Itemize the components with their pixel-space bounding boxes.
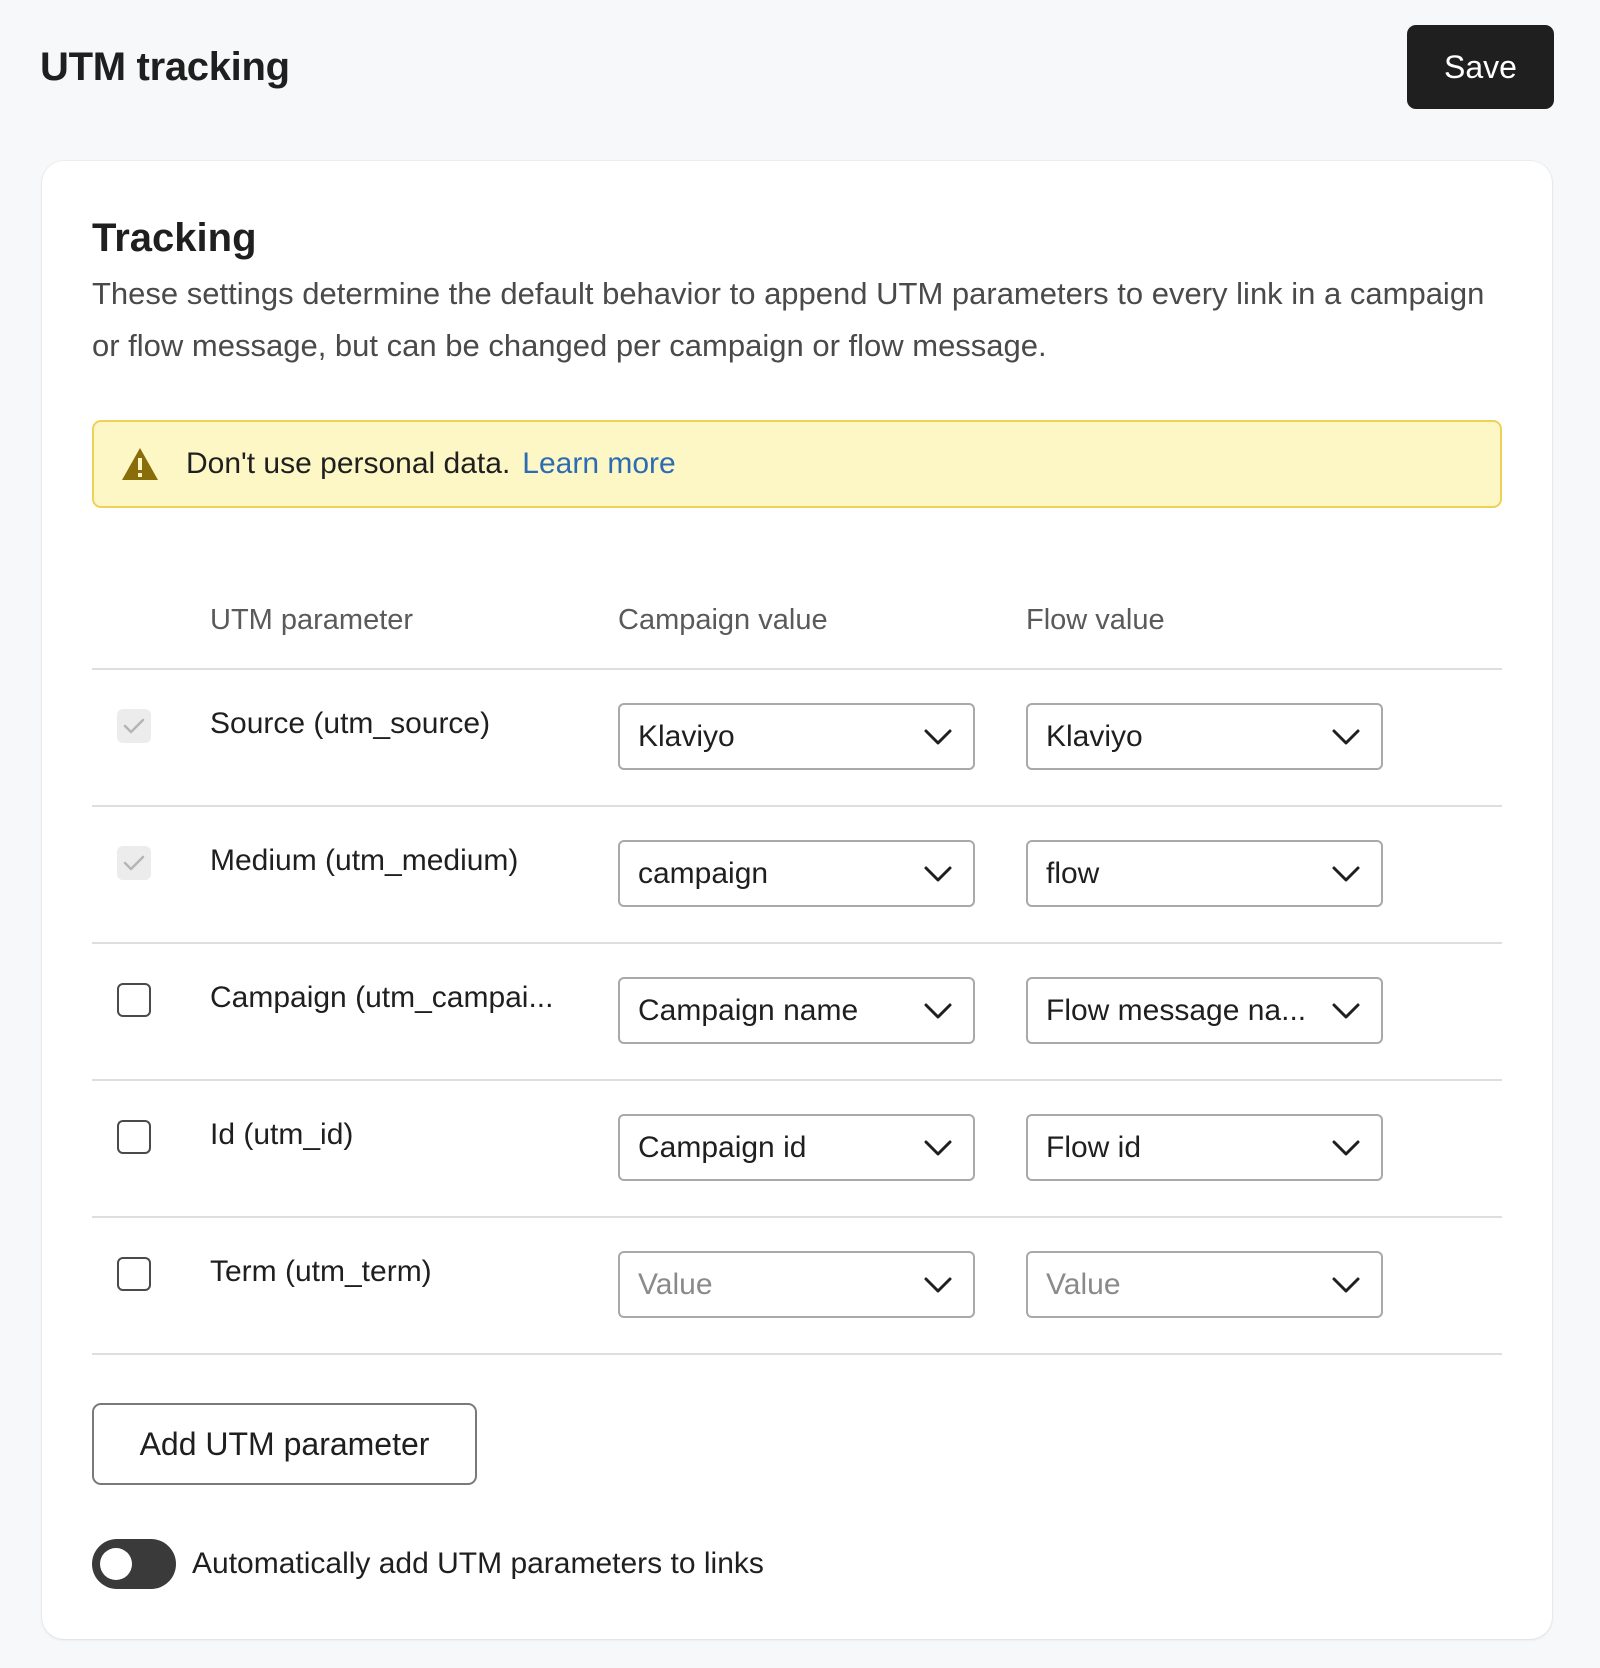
- utm-parameter-label: Id (utm_id): [210, 1118, 354, 1151]
- campaign-value-select[interactable]: Campaign id: [618, 1114, 975, 1181]
- campaign-value-select[interactable]: campaign: [618, 840, 975, 907]
- chevron-down-icon: [1329, 857, 1363, 891]
- table-row: Term (utm_term) Value Value: [92, 1218, 1502, 1355]
- utm-table: UTM parameter Campaign value Flow value …: [92, 554, 1502, 1355]
- column-header-utm-parameter: UTM parameter: [210, 604, 414, 636]
- flow-value-select[interactable]: Value: [1026, 1251, 1383, 1318]
- section-title: Tracking: [92, 216, 257, 260]
- utm-parameter-label: Campaign (utm_campai...: [210, 981, 554, 1014]
- campaign-value: Value: [638, 1267, 713, 1301]
- page-title: UTM tracking: [40, 44, 290, 89]
- flow-value: Klaviyo: [1046, 719, 1143, 753]
- flow-value-select[interactable]: Flow message na...: [1026, 977, 1383, 1044]
- row-checkbox[interactable]: [117, 1257, 151, 1291]
- personal-data-alert: Don't use personal data. Learn more: [92, 420, 1502, 508]
- flow-value-select[interactable]: flow: [1026, 840, 1383, 907]
- flow-value: flow: [1046, 856, 1100, 890]
- column-header-campaign-value: Campaign value: [618, 604, 828, 636]
- utm-parameter-label: Source (utm_source): [210, 707, 491, 740]
- campaign-value-select[interactable]: Campaign name: [618, 977, 975, 1044]
- flow-value-select[interactable]: Flow id: [1026, 1114, 1383, 1181]
- warning-icon: [120, 444, 160, 484]
- chevron-down-icon: [1329, 994, 1363, 1028]
- flow-value: Flow id: [1046, 1130, 1142, 1164]
- toggle-knob: [100, 1548, 132, 1580]
- chevron-down-icon: [921, 857, 955, 891]
- flow-value: Value: [1046, 1267, 1121, 1301]
- auto-utm-toggle-row: Automatically add UTM parameters to link…: [92, 1538, 764, 1590]
- chevron-down-icon: [921, 1268, 955, 1302]
- chevron-down-icon: [921, 1131, 955, 1165]
- row-checkbox: [117, 846, 151, 880]
- campaign-value: Klaviyo: [638, 719, 735, 753]
- auto-utm-toggle[interactable]: [92, 1539, 176, 1589]
- campaign-value-select[interactable]: Klaviyo: [618, 703, 975, 770]
- checkmark-icon: [122, 716, 146, 736]
- table-row: Source (utm_source) Klaviyo Klaviyo: [92, 670, 1502, 807]
- table-header: UTM parameter Campaign value Flow value: [92, 554, 1502, 670]
- table-row: Campaign (utm_campai... Campaign name Flow…: [92, 944, 1502, 1081]
- utm-parameter-label: Term (utm_term): [210, 1255, 432, 1288]
- table-row: Medium (utm_medium) campaign flow: [92, 807, 1502, 944]
- chevron-down-icon: [921, 720, 955, 754]
- column-header-flow-value: Flow value: [1026, 604, 1165, 636]
- tracking-card: Tracking These settings determine the de…: [42, 161, 1552, 1639]
- flow-value: Flow message na...: [1046, 993, 1307, 1027]
- row-checkbox[interactable]: [117, 983, 151, 1017]
- campaign-value: campaign: [638, 856, 769, 890]
- campaign-value-select[interactable]: Value: [618, 1251, 975, 1318]
- chevron-down-icon: [1329, 720, 1363, 754]
- add-utm-parameter-button[interactable]: Add UTM parameter: [92, 1403, 477, 1485]
- campaign-value: Campaign id: [638, 1130, 807, 1164]
- alert-text: Don't use personal data.: [186, 447, 511, 480]
- table-body: Source (utm_source) Klaviyo Klaviyo Medium …: [92, 670, 1502, 1355]
- chevron-down-icon: [1329, 1131, 1363, 1165]
- row-checkbox: [117, 709, 151, 743]
- learn-more-link[interactable]: Learn more: [522, 447, 675, 481]
- auto-utm-toggle-label: Automatically add UTM parameters to link…: [192, 1547, 764, 1580]
- save-button[interactable]: Save: [1407, 25, 1554, 109]
- flow-value-select[interactable]: Klaviyo: [1026, 703, 1383, 770]
- utm-parameter-label: Medium (utm_medium): [210, 844, 519, 877]
- page-header: UTM tracking Save: [40, 25, 1554, 109]
- section-description: These settings determine the default beh…: [92, 276, 1485, 363]
- chevron-down-icon: [1329, 1268, 1363, 1302]
- table-row: Id (utm_id) Campaign id Flow id: [92, 1081, 1502, 1218]
- chevron-down-icon: [921, 994, 955, 1028]
- checkmark-icon: [122, 853, 146, 873]
- row-checkbox[interactable]: [117, 1120, 151, 1154]
- campaign-value: Campaign name: [638, 993, 859, 1027]
